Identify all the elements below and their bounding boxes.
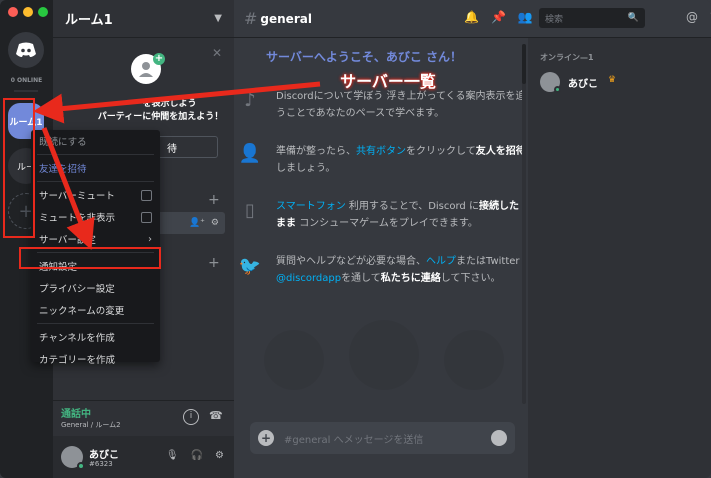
menu-privacy-settings[interactable]: プライバシー設定 xyxy=(31,277,160,299)
menu-divider xyxy=(37,154,154,155)
minimize-window-button[interactable] xyxy=(23,7,33,17)
info-icon[interactable]: i xyxy=(183,409,199,425)
online-status-icon xyxy=(554,86,561,93)
menu-mark-read[interactable]: 既読にする xyxy=(31,130,160,152)
server-name: ルーム1 xyxy=(65,13,113,28)
online-status-icon xyxy=(77,462,85,470)
smartphone-icon: ▯ xyxy=(245,200,255,221)
voice-status: 通話中 xyxy=(61,409,91,420)
mention-icon[interactable]: @ xyxy=(686,10,698,24)
menu-create-channel[interactable]: チャンネルを作成 xyxy=(31,326,160,348)
chevron-down-icon: ▼ xyxy=(214,13,222,24)
mute-checkbox[interactable] xyxy=(141,189,152,201)
invite-user-icon[interactable]: 👤⁺ xyxy=(189,218,205,228)
highlight-notification-settings xyxy=(19,247,161,269)
member-name[interactable]: あびこ xyxy=(568,75,598,90)
username: あびこ xyxy=(89,450,119,461)
tip-mobile: スマートフォン 利用することで、Discord に接続したまま コンシューマゲー… xyxy=(276,201,519,229)
menu-divider xyxy=(37,181,154,182)
channel-header: # general 🔔 📌 👥 検索 🔍 @ ? xyxy=(234,0,711,38)
user-tag: #6323 xyxy=(89,460,113,468)
background-decoration-icon xyxy=(264,320,504,390)
tip-help: 質問やヘルプなどが必要な場合、ヘルプまたはTwitter @discordapp… xyxy=(276,256,520,284)
add-friend-icon: 👤 xyxy=(238,143,262,164)
gear-icon[interactable]: ⚙ xyxy=(211,218,219,228)
invite-text: ーーを表示しよう パーティーに仲間を加えよう！ xyxy=(97,99,224,122)
settings-gear-icon[interactable]: ⚙ xyxy=(215,450,224,461)
members-icon[interactable]: 👥 xyxy=(518,10,533,24)
header-icons: 🔔 📌 👥 xyxy=(464,10,533,24)
upload-plus-icon[interactable]: + xyxy=(258,430,274,446)
online-count: 0 ONLINE xyxy=(10,77,43,84)
window-controls xyxy=(8,7,48,17)
highlight-server-list xyxy=(3,98,35,238)
mute-mic-icon[interactable]: 🎙 xyxy=(166,450,179,461)
server-header[interactable]: ルーム1 ▼ xyxy=(53,0,234,38)
menu-change-nickname[interactable]: ニックネームの変更 xyxy=(31,299,160,321)
tip-invite: 準備が整ったら、共有ボタンをクリックして友人を招待しましょう。 xyxy=(276,146,526,174)
close-icon[interactable]: ✕ xyxy=(212,46,222,60)
search-input[interactable]: 検索 🔍 xyxy=(539,8,645,28)
add-voice-channel-icon[interactable]: + xyxy=(208,255,220,271)
member-list: オンライン—1 あびこ ♛ xyxy=(528,38,711,478)
home-button[interactable] xyxy=(8,32,44,68)
message-placeholder: #general へメッセージを送信 xyxy=(284,434,424,446)
chevron-right-icon: › xyxy=(148,233,152,245)
add-friend-icon: + xyxy=(153,53,165,65)
disconnect-icon[interactable]: ☎ xyxy=(209,409,223,422)
discord-window: 0 ONLINE ルーム1 ルー + ルーム1 ▼ ✕ + ーーを表示しよう パ… xyxy=(0,0,711,478)
menu-hide-muted[interactable]: ミュートを非表示 xyxy=(31,206,160,228)
user-controls: 🎙 🎧 ⚙ xyxy=(166,450,224,461)
menu-invite-friends[interactable]: 友達を招待 xyxy=(31,157,160,179)
bell-icon[interactable]: 🔔 xyxy=(464,10,479,24)
pin-icon[interactable]: 📌 xyxy=(491,10,506,24)
discord-logo-icon xyxy=(16,42,36,57)
headphones-icon[interactable]: 🎧 xyxy=(191,450,203,461)
server-context-menu: 既読にする 友達を招待 サーバーミュート ミュートを非表示 サーバー設定 › 通知… xyxy=(31,130,160,366)
add-channel-icon[interactable]: + xyxy=(208,192,220,208)
twitter-icon: 🐦 xyxy=(238,256,262,277)
message-input[interactable]: + #general へメッセージを送信 xyxy=(250,422,515,454)
scrollbar-thumb[interactable] xyxy=(522,44,526,84)
menu-divider xyxy=(37,323,154,324)
header-right-icons: @ ? xyxy=(686,10,711,24)
voice-channel-path: General / ルーム2 xyxy=(61,421,121,429)
annotation-label: サーバー一覧 xyxy=(340,72,436,91)
learn-icon: ♪ xyxy=(244,90,256,111)
maximize-window-button[interactable] xyxy=(38,7,48,17)
channel-name: general xyxy=(260,11,312,26)
search-icon: 🔍 xyxy=(627,13,639,23)
crown-icon: ♛ xyxy=(608,75,617,85)
emoji-icon[interactable] xyxy=(491,430,507,446)
menu-create-category[interactable]: カテゴリーを作成 xyxy=(31,348,160,370)
menu-mute-server[interactable]: サーバーミュート xyxy=(31,184,160,206)
scrollbar-track[interactable] xyxy=(522,44,526,404)
voice-connection-panel: 通話中 General / ルーム2 i ☎ xyxy=(53,400,234,432)
hash-icon: # xyxy=(244,9,258,28)
close-window-button[interactable] xyxy=(8,7,18,17)
guild-separator xyxy=(14,90,38,92)
user-panel: あびこ #6323 🎙 🎧 ⚙ xyxy=(53,436,234,478)
hide-muted-checkbox[interactable] xyxy=(141,211,152,223)
welcome-title: サーバーへようこそ、あびこ さん！ xyxy=(266,50,463,64)
member-category: オンライン—1 xyxy=(540,53,594,62)
